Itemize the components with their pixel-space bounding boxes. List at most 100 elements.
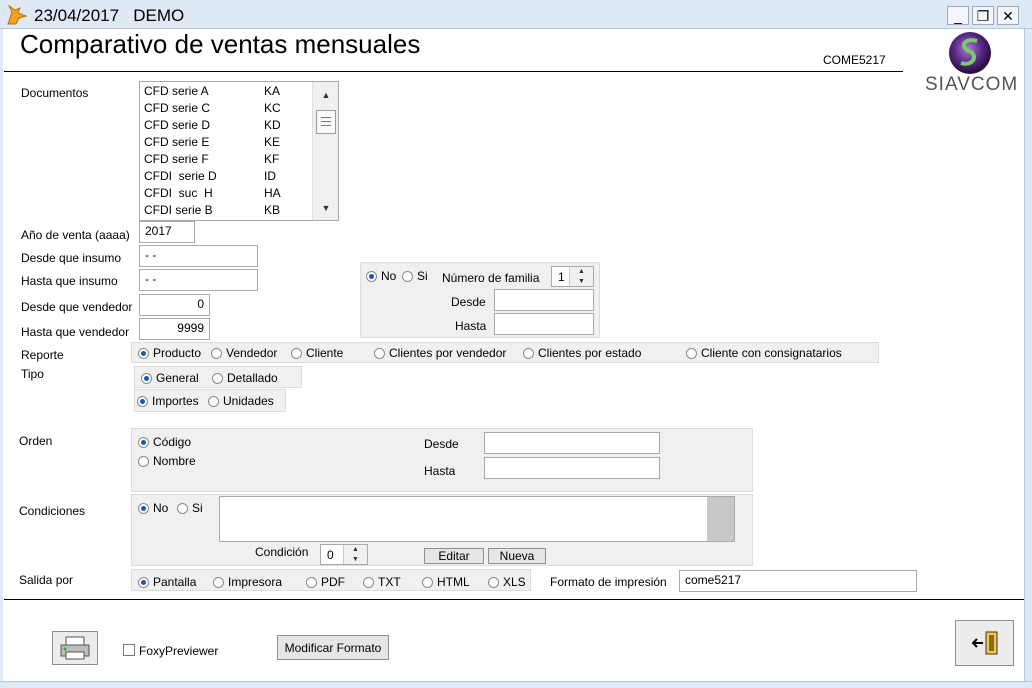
salida-xls-radio[interactable]: XLS <box>488 575 526 589</box>
condiciones-no-radio[interactable]: No <box>138 501 168 515</box>
arrow-up-icon[interactable]: ▲ <box>344 545 367 555</box>
hasta-vendedor-label: Hasta que vendedor <box>21 325 130 339</box>
condiciones-textarea[interactable] <box>219 496 735 542</box>
radio-label: Clientes por estado <box>538 346 642 360</box>
list-item[interactable]: CFD serie C KC <box>144 101 281 118</box>
foxy-previewer-label: FoxyPreviewer <box>139 644 219 658</box>
exit-button[interactable] <box>955 620 1014 666</box>
scroll-thumb[interactable] <box>316 110 336 134</box>
reporte-producto-radio[interactable]: Producto <box>138 346 201 360</box>
anio-label: Año de venta (aaaa) <box>21 228 130 242</box>
radio-dot <box>212 372 223 384</box>
tipo-general-radio[interactable]: General <box>141 371 199 385</box>
radio-dot <box>138 347 149 359</box>
scroll-up-icon[interactable]: ▲ <box>313 86 338 103</box>
doc-code: KE <box>264 135 281 149</box>
familia-no-radio[interactable]: No <box>366 269 396 283</box>
radio-dot <box>138 502 149 514</box>
doc-name: CFD serie A <box>144 84 209 98</box>
reporte-vendedor-radio[interactable]: Vendedor <box>211 346 277 360</box>
condiciones-label: Condiciones <box>19 504 86 518</box>
formato-impresion-input[interactable]: come5217 <box>679 570 917 592</box>
radio-dot <box>363 576 374 588</box>
arrow-down-icon[interactable]: ▼ <box>344 555 367 565</box>
radio-label: Vendedor <box>226 346 278 360</box>
radio-dot <box>422 576 433 588</box>
exit-door-icon <box>971 631 997 655</box>
salida-txt-radio[interactable]: TXT <box>363 575 401 589</box>
window-title: 23/04/2017 DEMO <box>34 6 185 25</box>
radio-dot <box>138 576 149 588</box>
title-bar[interactable]: 23/04/2017 DEMO _ ❐ ✕ <box>0 0 1032 29</box>
reporte-clientes-por-estado-radio[interactable]: Clientes por estado <box>523 346 641 360</box>
footer-divider <box>4 599 1024 600</box>
radio-dot <box>213 576 224 588</box>
orden-hasta-label: Hasta <box>424 464 456 478</box>
scroll-down-icon[interactable]: ▼ <box>313 199 338 216</box>
condiciones-scrollbar[interactable] <box>707 497 734 541</box>
editar-button[interactable]: Editar <box>424 548 484 564</box>
familia-desde-input[interactable] <box>494 289 594 311</box>
foxy-previewer-checkbox[interactable] <box>123 644 135 656</box>
salida-impresora-radio[interactable]: Impresora <box>213 575 282 589</box>
salida-html-radio[interactable]: HTML <box>422 575 470 589</box>
orden-hasta-input[interactable] <box>484 457 660 479</box>
spinner-value: 0 <box>327 548 334 562</box>
familia-hasta-input[interactable] <box>494 313 594 335</box>
radio-dot <box>138 436 149 448</box>
restore-button[interactable]: ❐ <box>972 6 994 25</box>
arrow-down-icon[interactable]: ▼ <box>570 277 593 287</box>
spinner-arrows[interactable]: ▲ ▼ <box>569 267 593 286</box>
doc-code: KD <box>264 118 281 132</box>
familia-hasta-label: Hasta <box>455 319 487 333</box>
arrow-up-icon[interactable]: ▲ <box>570 267 593 277</box>
doc-code: HA <box>264 186 281 200</box>
reporte-clientes-por-vendedor-radio[interactable]: Clientes por vendedor <box>374 346 506 360</box>
desde-insumo-input[interactable]: - - <box>139 245 258 267</box>
spinner-arrows[interactable]: ▲ ▼ <box>343 545 367 564</box>
orden-nombre-radio[interactable]: Nombre <box>138 454 196 468</box>
salida-pdf-radio[interactable]: PDF <box>306 575 345 589</box>
print-button[interactable] <box>52 631 98 665</box>
radio-dot <box>291 347 302 359</box>
list-item[interactable]: CFDI serie B KB <box>144 203 280 220</box>
tipo-detallado-radio[interactable]: Detallado <box>212 371 278 385</box>
doc-name: CFD serie F <box>144 152 209 166</box>
orden-codigo-radio[interactable]: Código <box>138 435 191 449</box>
anio-input[interactable]: 2017 <box>139 221 195 243</box>
radio-label: Cliente <box>306 346 344 360</box>
modificar-formato-button[interactable]: Modificar Formato <box>277 635 389 660</box>
documentos-scrollbar[interactable]: ▲ ▼ <box>312 82 338 220</box>
documentos-listbox[interactable]: CFD serie A KA CFD serie C KC CFD serie D K… <box>139 81 339 221</box>
tipo-label: Tipo <box>21 367 44 381</box>
list-item[interactable]: CFD serie D KD <box>144 118 281 135</box>
tipo-unidades-radio[interactable]: Unidades <box>208 394 274 408</box>
close-button[interactable]: ✕ <box>997 6 1019 25</box>
doc-name: CFDI serie B <box>144 203 213 217</box>
nueva-button[interactable]: Nueva <box>488 548 546 564</box>
radio-label: No <box>381 269 397 283</box>
list-item[interactable]: CFD serie A KA <box>144 84 280 101</box>
desde-vendedor-input[interactable]: 0 <box>139 294 210 316</box>
tipo-importes-radio[interactable]: Importes <box>137 394 199 408</box>
salida-pantalla-radio[interactable]: Pantalla <box>138 575 196 589</box>
familia-si-radio[interactable]: Si <box>402 269 428 283</box>
list-item[interactable]: CFDI suc H HA <box>144 186 281 203</box>
printer-icon <box>60 636 90 660</box>
reporte-cliente-radio[interactable]: Cliente <box>291 346 343 360</box>
doc-code: KB <box>264 203 281 217</box>
radio-label: Impresora <box>228 575 283 589</box>
hasta-insumo-input[interactable]: - - <box>139 269 258 291</box>
list-item[interactable]: CFDI serie D ID <box>144 169 276 186</box>
reporte-label: Reporte <box>21 348 64 362</box>
orden-desde-input[interactable] <box>484 432 660 454</box>
radio-label: XLS <box>503 575 526 589</box>
condicion-spinner[interactable]: 0 ▲ ▼ <box>320 544 368 565</box>
reporte-cliente-consignatarios-radio[interactable]: Cliente con consignatarios <box>686 346 842 360</box>
minimize-button[interactable]: _ <box>947 6 969 25</box>
list-item[interactable]: CFD serie E KE <box>144 135 280 152</box>
hasta-vendedor-input[interactable]: 9999 <box>139 318 210 340</box>
numero-familia-spinner[interactable]: 1 ▲ ▼ <box>551 266 594 287</box>
list-item[interactable]: CFD serie F KF <box>144 152 279 169</box>
condiciones-si-radio[interactable]: Si <box>177 501 203 515</box>
